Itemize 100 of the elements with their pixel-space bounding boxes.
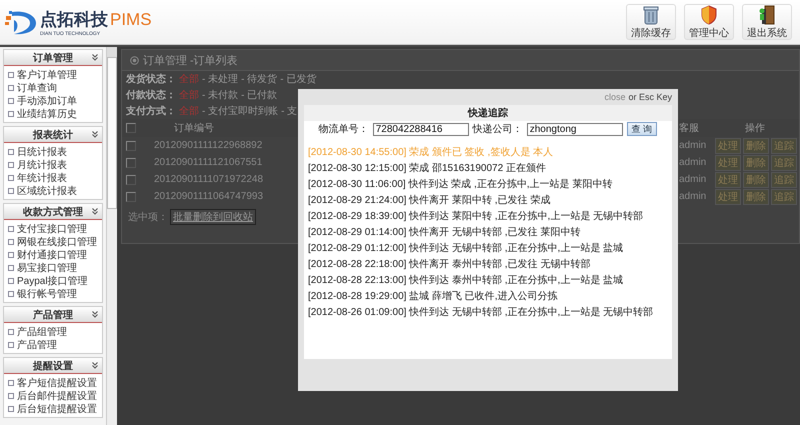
bullet-icon [8,162,14,168]
sidebar-link[interactable]: 日统计报表 [8,145,102,158]
tracking-event: [2012-08-29 01:14:00] 快件离开 无锡中转部 ,已发往 莱阳中转 [308,226,582,240]
sidebar-link[interactable]: 订单查询 [8,81,102,94]
sidebar-link[interactable]: 易宝接口管理 [8,261,102,274]
section-header[interactable]: 订单管理 [4,50,102,66]
logo-suffix: PIMS [110,10,152,30]
section-header[interactable]: 收款方式管理 [4,204,102,220]
bullet-icon [8,290,14,296]
table-cell-text: 20120901111122968892 [153,140,264,151]
selection-label: 选中项： [128,210,168,224]
sidebar-link[interactable]: 客户短信提醒设置 [8,376,102,389]
door-icon [758,4,776,24]
tracking-event: [2012-08-29 18:39:00] 快件到达 莱阳中转 ,正在分拣中,上一站是 无锡中转部 [308,210,644,224]
logo-name: 点拓科技 [40,8,108,30]
bullet-icon [8,84,14,90]
bullet-icon [8,98,14,104]
filter-option[interactable]: - 支 [281,104,298,118]
filter-label: 付款状态： [126,88,176,102]
field-label: 快递公司： [472,122,523,136]
tracking-event: [2012-08-30 11:06:00] 快件到达 荣成 ,正在分拣中,上一站是 莱阳中转 [308,178,614,192]
query-button[interactable]: 查 询 [626,122,658,136]
sidebar-link[interactable]: 支付宝接口管理 [8,222,102,235]
circle-icon [130,56,139,64]
header-button[interactable]: 管理中心 [684,4,734,40]
tracking-event: [2012-08-28 19:29:00] 盐城 薛增飞 已收件,进入公司分拣 [308,290,559,304]
logo-icon [4,8,38,36]
dialog-title: 快递追踪 [304,105,672,121]
checkbox[interactable] [126,158,136,168]
bullet-icon [8,252,14,258]
sidebar-link[interactable]: Paypal接口管理 [8,274,102,287]
chevron-down-icon [92,208,98,215]
input-field[interactable]: 728042288416 [372,122,469,136]
table-cell-text: admin [679,140,708,151]
chevron-down-icon [92,311,98,318]
table-cell-text: 20120901111064747993 [153,191,264,202]
chevron-down-icon [92,362,98,369]
filter-option[interactable]: - 未处理 [202,72,238,86]
bullet-icon [8,148,14,154]
checkbox[interactable] [126,192,136,202]
bullet-icon [8,174,14,180]
table-cell-text: admin [679,174,708,185]
checkbox[interactable] [126,140,136,150]
bullet-icon [8,342,14,348]
tracking-event: [2012-08-29 21:24:00] 快件离开 莱阳中转 ,已发往 荣成 [308,194,552,208]
header-button[interactable]: 清除缓存 [626,4,676,40]
bullet-icon [8,226,14,232]
table-cell-text: admin [679,191,708,202]
filter-label: 发货状态： [126,72,176,86]
bullet-icon [8,264,14,270]
sidebar-link[interactable]: 产品管理 [8,338,102,351]
sidebar-link[interactable]: 银行帐号管理 [8,287,102,300]
sidebar-link[interactable]: 年统计报表 [8,171,102,184]
section-header[interactable]: 报表统计 [4,127,102,143]
scrollbar[interactable] [106,47,117,425]
column-header: 操作 [744,122,766,135]
bullet-icon [8,238,14,244]
table-cell-text: 20120901111071972248 [153,174,264,185]
sidebar-link[interactable]: 后台短信提醒设置 [8,402,102,415]
bullet-icon [8,110,14,116]
tracking-event: [2012-08-29 01:12:00] 快件到达 无锡中转部 ,正在分拣中,上一站是 盐城 [308,242,624,256]
sidebar-link[interactable]: 手动添加订单 [8,94,102,107]
filter-label: 支付方式： [126,104,176,118]
filter-option[interactable]: - 待发货 [241,72,278,86]
bullet-icon [8,278,14,284]
input-field[interactable]: zhongtong [526,122,623,136]
sidebar-link[interactable]: 客户订单管理 [8,68,102,81]
checkbox[interactable] [126,123,136,133]
filter-option[interactable]: - 未付款 [202,88,238,102]
bullet-icon [8,380,14,386]
bullet-icon [8,392,14,398]
page-title: 订单管理 -订单列表 [143,54,238,68]
tracking-event: [2012-08-28 22:18:00] 快件离开 泰州中转部 ,已发往 无锡中转部 [308,258,592,272]
filter-option[interactable]: - 已发货 [280,72,316,86]
sidebar-link[interactable]: 网银在线接口管理 [8,235,102,248]
column-header: 客服 [679,122,700,135]
section-header[interactable]: 产品管理 [4,307,102,323]
header-button[interactable]: 退出系统 [742,4,792,40]
chevron-down-icon [92,54,98,61]
tracking-event: [2012-08-30 12:15:00] 荣成 邵15163190072 正在颁件 [308,162,547,176]
table-cell-text: 20120901111121067551 [153,157,264,168]
field-label: 物流单号： [318,122,369,136]
filter-option[interactable]: - 已付款 [241,88,278,102]
sidebar-link[interactable]: 业绩结算历史 [8,107,102,120]
sidebar-link[interactable]: 后台邮件提醒设置 [8,389,102,402]
filter-option[interactable]: - 支付宝即时到账 [202,104,278,118]
sidebar-link[interactable]: 区域统计报表 [8,184,102,197]
sidebar-link[interactable]: 产品组管理 [8,325,102,338]
sidebar-link[interactable]: 月统计报表 [8,158,102,171]
column-header: 订单编号 [173,122,215,135]
shield-icon [700,4,718,24]
section-header[interactable]: 提醒设置 [4,358,102,374]
close-hint: or Esc Key [628,92,672,102]
tracking-event: [2012-08-26 01:09:00] 快件到达 无锡中转部 ,正在分拣中,上一站是 无锡中转部 [308,306,654,320]
checkbox[interactable] [126,174,136,184]
trash-can-icon [642,4,660,24]
table-cell-text: admin [679,157,708,168]
chevron-down-icon [92,131,98,138]
bullet-icon [8,406,14,412]
sidebar-link[interactable]: 财付通接口管理 [8,248,102,261]
